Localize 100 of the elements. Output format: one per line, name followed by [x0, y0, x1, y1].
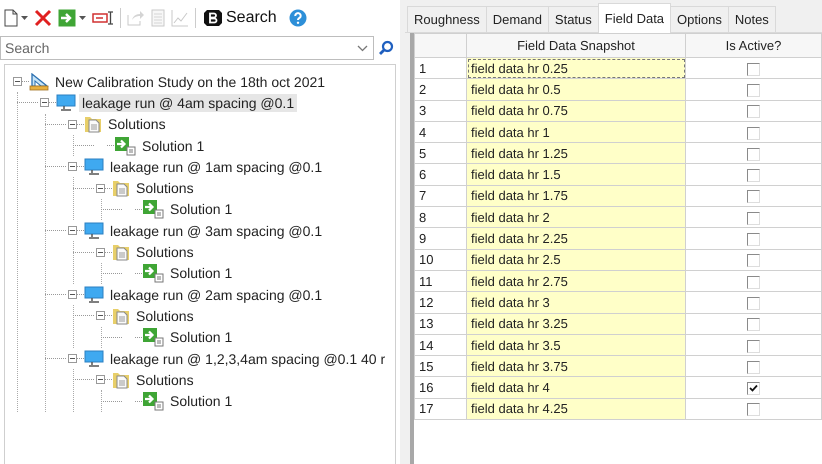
checkbox[interactable] — [747, 276, 760, 289]
tree-item[interactable]: Solution 1 — [139, 136, 208, 155]
tab[interactable]: Roughness — [407, 6, 487, 32]
checkbox[interactable] — [747, 382, 760, 396]
tree-item[interactable]: Solutions — [133, 243, 197, 262]
table-cell[interactable]: field data hr 0.5 — [466, 78, 686, 100]
help-icon[interactable] — [288, 8, 307, 26]
collapse-icon[interactable] — [96, 248, 105, 257]
row-number: 15 — [414, 356, 466, 377]
checkbox[interactable] — [747, 360, 760, 374]
table-cell[interactable]: field data hr 1.75 — [466, 185, 686, 207]
table-cell[interactable]: field data hr 3 — [466, 292, 686, 314]
chart-icon — [171, 8, 189, 26]
row-number: 6 — [414, 164, 466, 186]
delete-icon — [34, 8, 52, 26]
checkbox[interactable] — [747, 212, 760, 225]
tree-item[interactable]: leakage run @ 1am spacing @0.1 — [107, 158, 326, 176]
table-cell[interactable]: field data hr 0.25 — [466, 58, 686, 79]
row-number: 11 — [414, 270, 466, 292]
checkbox[interactable] — [747, 169, 760, 182]
search-button[interactable]: Search — [202, 8, 279, 26]
table-cell[interactable]: field data hr 2.25 — [466, 228, 686, 250]
monitor-icon — [84, 286, 104, 304]
tree-item[interactable]: Solution 1 — [167, 264, 236, 282]
table-cell[interactable]: field data hr 3.25 — [466, 313, 686, 334]
caret-icon — [21, 16, 28, 20]
table-cell[interactable]: field data hr 1 — [466, 121, 686, 143]
tree-item[interactable]: Solution 1 — [167, 392, 236, 410]
tree-item[interactable]: New Calibration Study on the 18th oct 2021 — [52, 72, 328, 91]
collapse-icon[interactable] — [68, 290, 77, 300]
tree-item[interactable]: Solutions — [133, 179, 197, 198]
collapse-icon[interactable] — [40, 98, 49, 108]
letter-b-icon — [204, 10, 222, 26]
table-cell[interactable]: field data hr 2.75 — [466, 270, 686, 292]
collapse-icon[interactable] — [13, 77, 22, 86]
table-cell[interactable]: field data hr 4.25 — [466, 398, 686, 420]
checkbox[interactable] — [747, 318, 760, 332]
collapse-icon[interactable] — [96, 311, 105, 320]
toolbar-button[interactable] — [58, 8, 86, 26]
monitor-icon — [84, 158, 104, 176]
table-cell[interactable]: field data hr 1.5 — [466, 164, 686, 186]
checkbox[interactable] — [747, 254, 760, 268]
table-cell[interactable]: field data hr 2.5 — [466, 249, 686, 270]
solution-icon — [142, 199, 164, 220]
tree-item[interactable]: Solutions — [133, 370, 197, 389]
row-number: 7 — [414, 185, 466, 207]
monitor-icon — [84, 350, 104, 367]
toolbar-button[interactable] — [34, 8, 52, 26]
arrow-box-icon — [58, 8, 76, 26]
table-cell[interactable]: field data hr 4 — [466, 376, 686, 398]
checkbox[interactable] — [747, 296, 760, 310]
row-number: 4 — [414, 121, 466, 143]
row-number: 8 — [414, 206, 466, 228]
checkbox[interactable] — [747, 403, 760, 416]
collapse-icon[interactable] — [68, 162, 77, 172]
tree-item[interactable]: Solutions — [133, 306, 197, 325]
tree-item[interactable]: leakage run @ 4am spacing @0.1 — [79, 94, 298, 112]
table-cell[interactable]: field data hr 3.5 — [466, 334, 686, 356]
tree-item[interactable]: leakage run @ 3am spacing @0.1 — [107, 222, 326, 240]
row-number: 14 — [414, 334, 466, 356]
caret-icon — [79, 16, 86, 20]
export-icon — [127, 10, 145, 26]
checkbox[interactable] — [747, 84, 760, 97]
checkbox[interactable] — [747, 340, 760, 353]
solution-icon — [114, 136, 136, 156]
tree-item[interactable]: Solution 1 — [167, 200, 236, 218]
checkbox[interactable] — [747, 126, 760, 140]
collapse-icon[interactable] — [96, 184, 105, 193]
table-cell[interactable]: field data hr 2 — [466, 206, 686, 228]
tab[interactable]: Notes — [728, 6, 776, 32]
table-cell[interactable]: field data hr 0.75 — [466, 100, 686, 122]
new-document-icon — [4, 8, 18, 26]
checkbox[interactable] — [747, 148, 760, 161]
ruler-triangle-icon — [29, 72, 49, 91]
toolbar-button[interactable] — [4, 8, 28, 26]
checkbox[interactable] — [747, 105, 760, 118]
dropdown-caret-icon[interactable] — [357, 45, 368, 52]
table-cell[interactable]: field data hr 3.75 — [466, 356, 686, 377]
collapse-icon[interactable] — [68, 120, 77, 129]
search-icon[interactable] — [378, 40, 394, 56]
checkbox[interactable] — [747, 62, 760, 76]
tree-item[interactable]: leakage run @ 1,2,3,4am spacing @0.1 40 r — [107, 350, 388, 368]
search-field[interactable]: Search — [0, 36, 374, 60]
collapse-icon[interactable] — [96, 375, 105, 384]
row-number: 10 — [414, 249, 466, 270]
tree-item[interactable]: leakage run @ 2am spacing @0.1 — [107, 286, 326, 304]
collapse-icon[interactable] — [68, 226, 77, 236]
monitor-icon — [56, 94, 76, 112]
row-number: 1 — [414, 58, 466, 79]
checkbox[interactable] — [747, 190, 760, 204]
toolbar-button[interactable] — [92, 10, 114, 24]
column-header: Is Active? — [686, 34, 822, 58]
table-cell[interactable]: field data hr 1.25 — [466, 142, 686, 164]
row-number: 12 — [414, 292, 466, 314]
tree-item[interactable]: Solutions — [105, 115, 169, 134]
tree-item[interactable]: Solution 1 — [167, 328, 236, 346]
tab[interactable]: Field Data — [598, 3, 672, 33]
document-icon — [151, 8, 165, 26]
checkbox[interactable] — [747, 233, 760, 246]
collapse-icon[interactable] — [68, 354, 77, 363]
